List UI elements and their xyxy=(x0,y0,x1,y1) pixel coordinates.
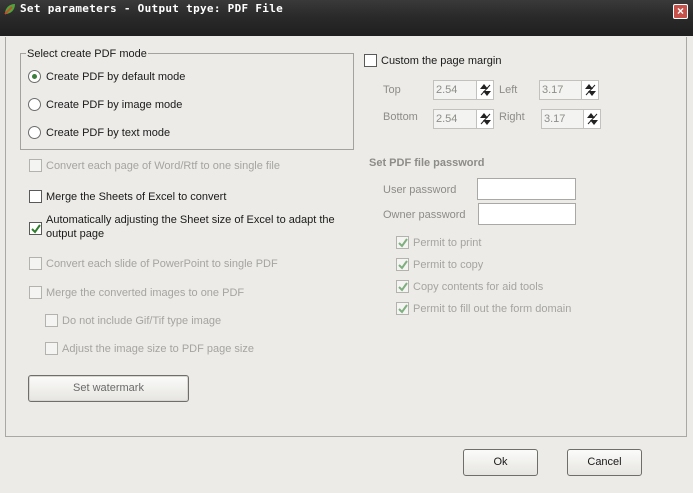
checkbox[interactable] xyxy=(29,222,42,235)
adjust-image-size-label: Adjust the image size to PDF page size xyxy=(62,342,254,355)
checkmark-icon xyxy=(398,238,408,248)
window-title: Set parameters - Output tpye: PDF File xyxy=(20,2,284,15)
merge-images-label: Merge the converted images to one PDF xyxy=(46,286,245,299)
radio-text-label: Create PDF by text mode xyxy=(46,126,171,139)
cancel-button[interactable]: Cancel xyxy=(567,449,642,476)
convert-ppt-label: Convert each slide of PowerPoint to sing… xyxy=(46,257,278,270)
ok-button[interactable]: Ok xyxy=(463,449,538,476)
radio-image-mode[interactable]: Create PDF by image mode xyxy=(28,98,182,111)
checkmark-icon xyxy=(31,224,41,234)
bottom-margin-spinner[interactable]: 2.54 xyxy=(433,109,494,129)
left-margin-spinner[interactable]: 3.17 xyxy=(539,80,599,100)
radio-text-mode[interactable]: Create PDF by text mode xyxy=(28,126,170,139)
merge-excel-option[interactable]: Merge the Sheets of Excel to convert xyxy=(29,190,226,203)
copy-aid-tools-option[interactable]: Copy contents for aid tools xyxy=(396,280,543,293)
checkbox[interactable] xyxy=(45,342,58,355)
radio-button[interactable] xyxy=(28,126,41,139)
password-heading: Set PDF file password xyxy=(369,157,485,169)
spinner-arrows-icon[interactable] xyxy=(583,110,600,128)
convert-word-label: Convert each page of Word/Rtf to one sin… xyxy=(46,159,280,172)
checkbox[interactable] xyxy=(29,190,42,203)
title-bar[interactable]: Set parameters - Output tpye: PDF File × xyxy=(0,0,693,36)
custom-margin-label: Custom the page margin xyxy=(381,54,502,67)
permit-print-label: Permit to print xyxy=(413,236,482,249)
adjust-excel-label: Automatically adjusting the Sheet size o… xyxy=(46,214,335,240)
top-margin-value: 2.54 xyxy=(436,84,458,96)
bottom-margin-value: 2.54 xyxy=(436,113,458,125)
checkmark-icon xyxy=(398,260,408,270)
permit-copy-option[interactable]: Permit to copy xyxy=(396,258,483,271)
set-watermark-button[interactable]: Set watermark xyxy=(28,375,189,402)
bottom-margin-label: Bottom xyxy=(383,111,418,123)
checkmark-icon xyxy=(398,304,408,314)
custom-margin-option[interactable]: Custom the page margin xyxy=(364,54,501,67)
pdf-mode-legend: Select create PDF mode xyxy=(26,48,148,60)
adjust-image-size-option[interactable]: Adjust the image size to PDF page size xyxy=(45,342,254,355)
right-margin-spinner[interactable]: 3.17 xyxy=(541,109,601,129)
permit-print-option[interactable]: Permit to print xyxy=(396,236,481,249)
owner-password-field[interactable] xyxy=(478,203,576,225)
checkbox[interactable] xyxy=(396,302,409,315)
checkbox[interactable] xyxy=(396,280,409,293)
user-password-field[interactable] xyxy=(477,178,576,200)
adjust-excel-option[interactable]: Automatically adjusting the Sheet size o… xyxy=(29,213,336,241)
radio-button[interactable] xyxy=(28,98,41,111)
merge-excel-label: Merge the Sheets of Excel to convert xyxy=(46,190,227,203)
radio-default-label: Create PDF by default mode xyxy=(46,70,186,83)
left-margin-label: Left xyxy=(499,84,518,96)
close-button[interactable]: × xyxy=(673,4,688,19)
checkbox[interactable] xyxy=(396,258,409,271)
top-margin-label: Top xyxy=(383,84,401,96)
permit-fill-form-option[interactable]: Permit to fill out the form domain xyxy=(396,302,571,315)
permit-copy-label: Permit to copy xyxy=(413,258,484,271)
spinner-arrows-icon[interactable] xyxy=(476,110,493,128)
left-margin-value: 3.17 xyxy=(542,84,564,96)
no-gif-tif-label: Do not include Gif/Tif type image xyxy=(62,314,222,327)
radio-image-label: Create PDF by image mode xyxy=(46,98,183,111)
checkbox[interactable] xyxy=(29,257,42,270)
convert-ppt-option[interactable]: Convert each slide of PowerPoint to sing… xyxy=(29,257,278,270)
right-margin-value: 3.17 xyxy=(544,113,566,125)
owner-password-label: Owner password xyxy=(383,209,466,221)
convert-word-option[interactable]: Convert each page of Word/Rtf to one sin… xyxy=(29,159,280,172)
copy-aid-tools-label: Copy contents for aid tools xyxy=(413,280,544,293)
checkbox[interactable] xyxy=(29,286,42,299)
top-margin-spinner[interactable]: 2.54 xyxy=(433,80,494,100)
checkbox[interactable] xyxy=(29,159,42,172)
merge-images-option[interactable]: Merge the converted images to one PDF xyxy=(29,286,244,299)
spinner-arrows-icon[interactable] xyxy=(581,81,598,99)
user-password-label: User password xyxy=(383,184,457,196)
checkbox[interactable] xyxy=(45,314,58,327)
radio-default-mode[interactable]: Create PDF by default mode xyxy=(28,70,185,83)
right-margin-label: Right xyxy=(499,111,525,123)
checkmark-icon xyxy=(398,282,408,292)
spinner-arrows-icon[interactable] xyxy=(476,81,493,99)
no-gif-tif-option[interactable]: Do not include Gif/Tif type image xyxy=(45,314,221,327)
close-icon: × xyxy=(676,4,684,18)
leaf-icon xyxy=(4,4,15,15)
checkbox[interactable] xyxy=(364,54,377,67)
permit-fill-form-label: Permit to fill out the form domain xyxy=(413,302,572,315)
checkbox[interactable] xyxy=(396,236,409,249)
radio-button[interactable] xyxy=(28,70,41,83)
